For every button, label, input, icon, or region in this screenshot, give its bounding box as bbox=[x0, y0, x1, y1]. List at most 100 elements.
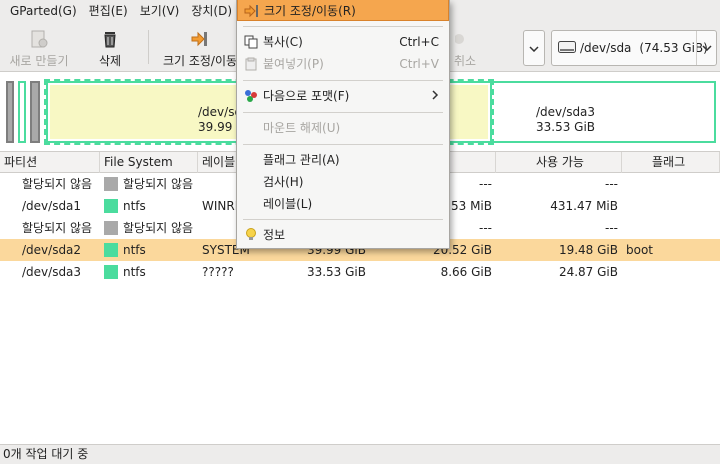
menu-separator bbox=[243, 219, 443, 220]
diskmap-unallocated-2[interactable] bbox=[30, 81, 40, 143]
filesystem-color-swatch bbox=[104, 177, 118, 191]
toolbar-separator bbox=[148, 30, 149, 64]
cell-flags bbox=[622, 173, 720, 195]
menu-separator bbox=[243, 80, 443, 81]
column-unused[interactable]: 사용 가능 bbox=[496, 152, 622, 173]
menu-separator bbox=[243, 144, 443, 145]
column-flags[interactable]: 플래그 bbox=[622, 152, 720, 173]
cell-size: 33.53 GiB bbox=[306, 265, 366, 279]
menu-item-format[interactable]: 다음으로 포맷(F) bbox=[237, 85, 449, 107]
status-bar: 0개 작업 대기 중 bbox=[0, 444, 720, 464]
filesystem-text: ntfs bbox=[123, 265, 146, 279]
menu-item-check[interactable]: 검사(H) bbox=[237, 171, 449, 193]
menu-item-paste[interactable]: 붙여넣기(P) Ctrl+V bbox=[237, 53, 449, 75]
copy-icon bbox=[243, 34, 259, 50]
cell-flags: boot bbox=[626, 243, 654, 257]
menu-item-paste-shortcut: Ctrl+V bbox=[399, 57, 439, 71]
column-partition[interactable]: 파티션 bbox=[0, 152, 100, 173]
menu-item-copy-shortcut: Ctrl+C bbox=[399, 35, 439, 49]
cell-unused: --- bbox=[605, 177, 618, 191]
toolbar-overflow-dropdown[interactable] bbox=[523, 30, 545, 66]
cell-unused: --- bbox=[605, 221, 618, 235]
table-row[interactable]: /dev/sda3 ntfs????? 33.53 GiB 8.66 GiB 24.87… bbox=[0, 261, 720, 283]
cell-used: 8.66 GiB bbox=[440, 265, 492, 279]
menu-view[interactable]: 보기(V) bbox=[134, 0, 186, 22]
device-path: /dev/sda bbox=[580, 41, 632, 55]
menu-item-label[interactable]: 레이블(L) bbox=[237, 193, 449, 215]
cell-unused: 19.48 GiB bbox=[558, 243, 618, 257]
filesystem-text: ntfs bbox=[123, 199, 146, 213]
menu-separator bbox=[243, 112, 443, 113]
new-partition-icon bbox=[28, 28, 50, 50]
cell-flags bbox=[622, 217, 720, 239]
cell-flags bbox=[622, 195, 720, 217]
cell-label: ????? bbox=[202, 265, 234, 279]
cell-partition: 할당되지 않음 bbox=[22, 177, 93, 191]
undo-icon bbox=[454, 28, 476, 50]
column-filesystem[interactable]: File System bbox=[100, 152, 198, 173]
format-icon bbox=[243, 88, 259, 104]
delete-button-label: 삭제 bbox=[98, 54, 122, 68]
resize-button-label: 크기 조정/이동 bbox=[162, 54, 238, 68]
cell-partition: 할당되지 않음 bbox=[22, 221, 93, 235]
cell-partition: /dev/sda3 bbox=[22, 265, 82, 279]
filesystem-color-swatch bbox=[104, 265, 118, 279]
menu-item-resize-label: 크기 조정/이동(R) bbox=[264, 4, 356, 18]
menu-item-manage-flags[interactable]: 플래그 관리(A) bbox=[237, 149, 449, 171]
cell-partition: /dev/sda2 bbox=[22, 243, 82, 257]
menu-item-information[interactable]: 정보 bbox=[237, 224, 449, 246]
chevron-right-icon bbox=[432, 85, 439, 107]
menu-item-information-label: 정보 bbox=[263, 228, 286, 242]
menu-item-paste-label: 붙여넣기(P) bbox=[263, 57, 324, 71]
cell-flags bbox=[622, 261, 720, 283]
cell-fs: 할당되지 않음 bbox=[100, 173, 198, 195]
diskmap-sda3-size: 33.53 GiB bbox=[536, 120, 596, 134]
diskmap-unallocated-1[interactable] bbox=[6, 81, 14, 143]
resize-arrow-icon bbox=[189, 28, 211, 50]
chevron-down-icon bbox=[529, 41, 539, 55]
menu-gparted[interactable]: GParted(G) bbox=[4, 0, 83, 22]
cell-fs: 할당되지 않음 bbox=[100, 217, 198, 239]
filesystem-color-swatch bbox=[104, 221, 118, 235]
undo-button-label: 취소 bbox=[453, 54, 477, 68]
menu-item-check-label: 검사(H) bbox=[263, 175, 304, 189]
lightbulb-icon bbox=[243, 227, 259, 243]
filesystem-color-swatch bbox=[104, 199, 118, 213]
resize-arrow-icon bbox=[244, 3, 260, 19]
new-button[interactable]: 새로 만들기 bbox=[6, 24, 72, 70]
diskmap-sda3[interactable]: /dev/sda3 33.53 GiB bbox=[490, 81, 716, 143]
menu-edit[interactable]: 편집(E) bbox=[83, 0, 134, 22]
new-button-label: 새로 만들기 bbox=[9, 54, 69, 68]
diskmap-sda1[interactable] bbox=[18, 81, 26, 143]
menu-item-unmount[interactable]: 마운트 해제(U) bbox=[237, 117, 449, 139]
cell-fs: ntfs bbox=[100, 239, 198, 261]
diskmap-sda3-name: /dev/sda3 bbox=[536, 105, 596, 119]
cell-partition: /dev/sda1 bbox=[22, 199, 82, 213]
harddisk-icon bbox=[558, 40, 576, 56]
device-selector[interactable]: /dev/sda (74.53 GiB) bbox=[551, 30, 717, 66]
chevron-down-icon bbox=[696, 31, 716, 65]
cell-fs: ntfs bbox=[100, 261, 198, 283]
trash-icon bbox=[99, 28, 121, 50]
menu-item-unmount-label: 마운트 해제(U) bbox=[263, 121, 341, 135]
resize-button[interactable]: 크기 조정/이동 bbox=[160, 24, 240, 70]
menu-item-manage-flags-label: 플래그 관리(A) bbox=[263, 153, 340, 167]
undo-button[interactable]: 취소 bbox=[450, 24, 480, 70]
delete-button[interactable]: 삭제 bbox=[84, 24, 136, 70]
cell-fs: ntfs bbox=[100, 195, 198, 217]
menu-item-copy[interactable]: 복사(C) Ctrl+C bbox=[237, 31, 449, 53]
menu-item-label-label: 레이블(L) bbox=[263, 197, 313, 211]
menu-item-format-label: 다음으로 포맷(F) bbox=[263, 89, 350, 103]
filesystem-color-swatch bbox=[104, 243, 118, 257]
cell-unused: 24.87 GiB bbox=[558, 265, 618, 279]
filesystem-text: 할당되지 않음 bbox=[123, 177, 194, 191]
partition-context-menu: 크기 조정/이동(R) 복사(C) Ctrl+C 붙여넣기(P) Ctrl+V … bbox=[236, 0, 450, 249]
menu-item-copy-label: 복사(C) bbox=[263, 35, 303, 49]
menu-separator bbox=[243, 26, 443, 27]
menu-device[interactable]: 장치(D) bbox=[185, 0, 238, 22]
cell-unused: 431.47 MiB bbox=[550, 199, 618, 213]
menu-item-resize[interactable]: 크기 조정/이동(R) bbox=[237, 0, 449, 21]
filesystem-text: ntfs bbox=[123, 243, 146, 257]
paste-icon bbox=[243, 56, 259, 72]
filesystem-text: 할당되지 않음 bbox=[123, 221, 194, 235]
